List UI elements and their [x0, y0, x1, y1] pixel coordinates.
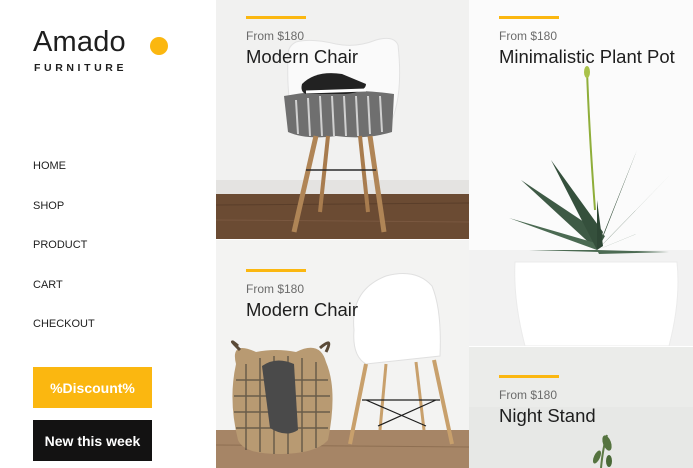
nav-item-shop[interactable]: SHOP: [33, 198, 95, 238]
sidebar: Amado FURNITURE HOME SHOP PRODUCT CART C…: [0, 0, 216, 468]
product-name: Modern Chair: [246, 299, 359, 320]
product-price: From $180: [499, 29, 558, 43]
discount-button[interactable]: %Discount%: [33, 367, 152, 408]
product-info: From $180 Modern Chair: [246, 16, 358, 69]
accent-line: [499, 16, 559, 19]
nav-item-cart[interactable]: CART: [33, 277, 95, 317]
product-tile-modern-chair-2[interactable]: From $180 Modern Chair: [216, 240, 469, 468]
accent-line: [246, 16, 306, 19]
product-name: Night Stand: [499, 405, 596, 426]
nav-item-home[interactable]: HOME: [33, 158, 95, 198]
logo-wordmark: Amado: [33, 26, 126, 58]
accent-line: [499, 375, 559, 378]
product-info: From $180 Night Stand: [499, 375, 596, 428]
logo-dot-icon: [150, 37, 168, 55]
product-tile-plant-pot[interactable]: From $180 Minimalistic Plant Pot: [469, 0, 693, 346]
product-name: Minimalistic Plant Pot: [499, 46, 675, 67]
logo[interactable]: Amado FURNITURE: [33, 26, 168, 74]
nav-item-product[interactable]: PRODUCT: [33, 237, 95, 277]
product-tile-night-stand[interactable]: From $180 Night Stand: [469, 347, 693, 468]
accent-line: [246, 269, 306, 272]
product-tile-modern-chair[interactable]: From $180 Modern Chair: [216, 0, 469, 239]
main-nav: HOME SHOP PRODUCT CART CHECKOUT: [33, 158, 95, 356]
product-name: Modern Chair: [246, 46, 359, 67]
product-price: From $180: [246, 29, 305, 43]
new-this-week-button[interactable]: New this week: [33, 420, 152, 461]
product-price: From $180: [499, 388, 558, 402]
logo-tagline: FURNITURE: [34, 62, 128, 74]
product-price: From $180: [246, 282, 305, 296]
product-info: From $180 Modern Chair: [246, 269, 358, 322]
product-info: From $180 Minimalistic Plant Pot: [499, 16, 675, 69]
nav-item-checkout[interactable]: CHECKOUT: [33, 316, 95, 356]
